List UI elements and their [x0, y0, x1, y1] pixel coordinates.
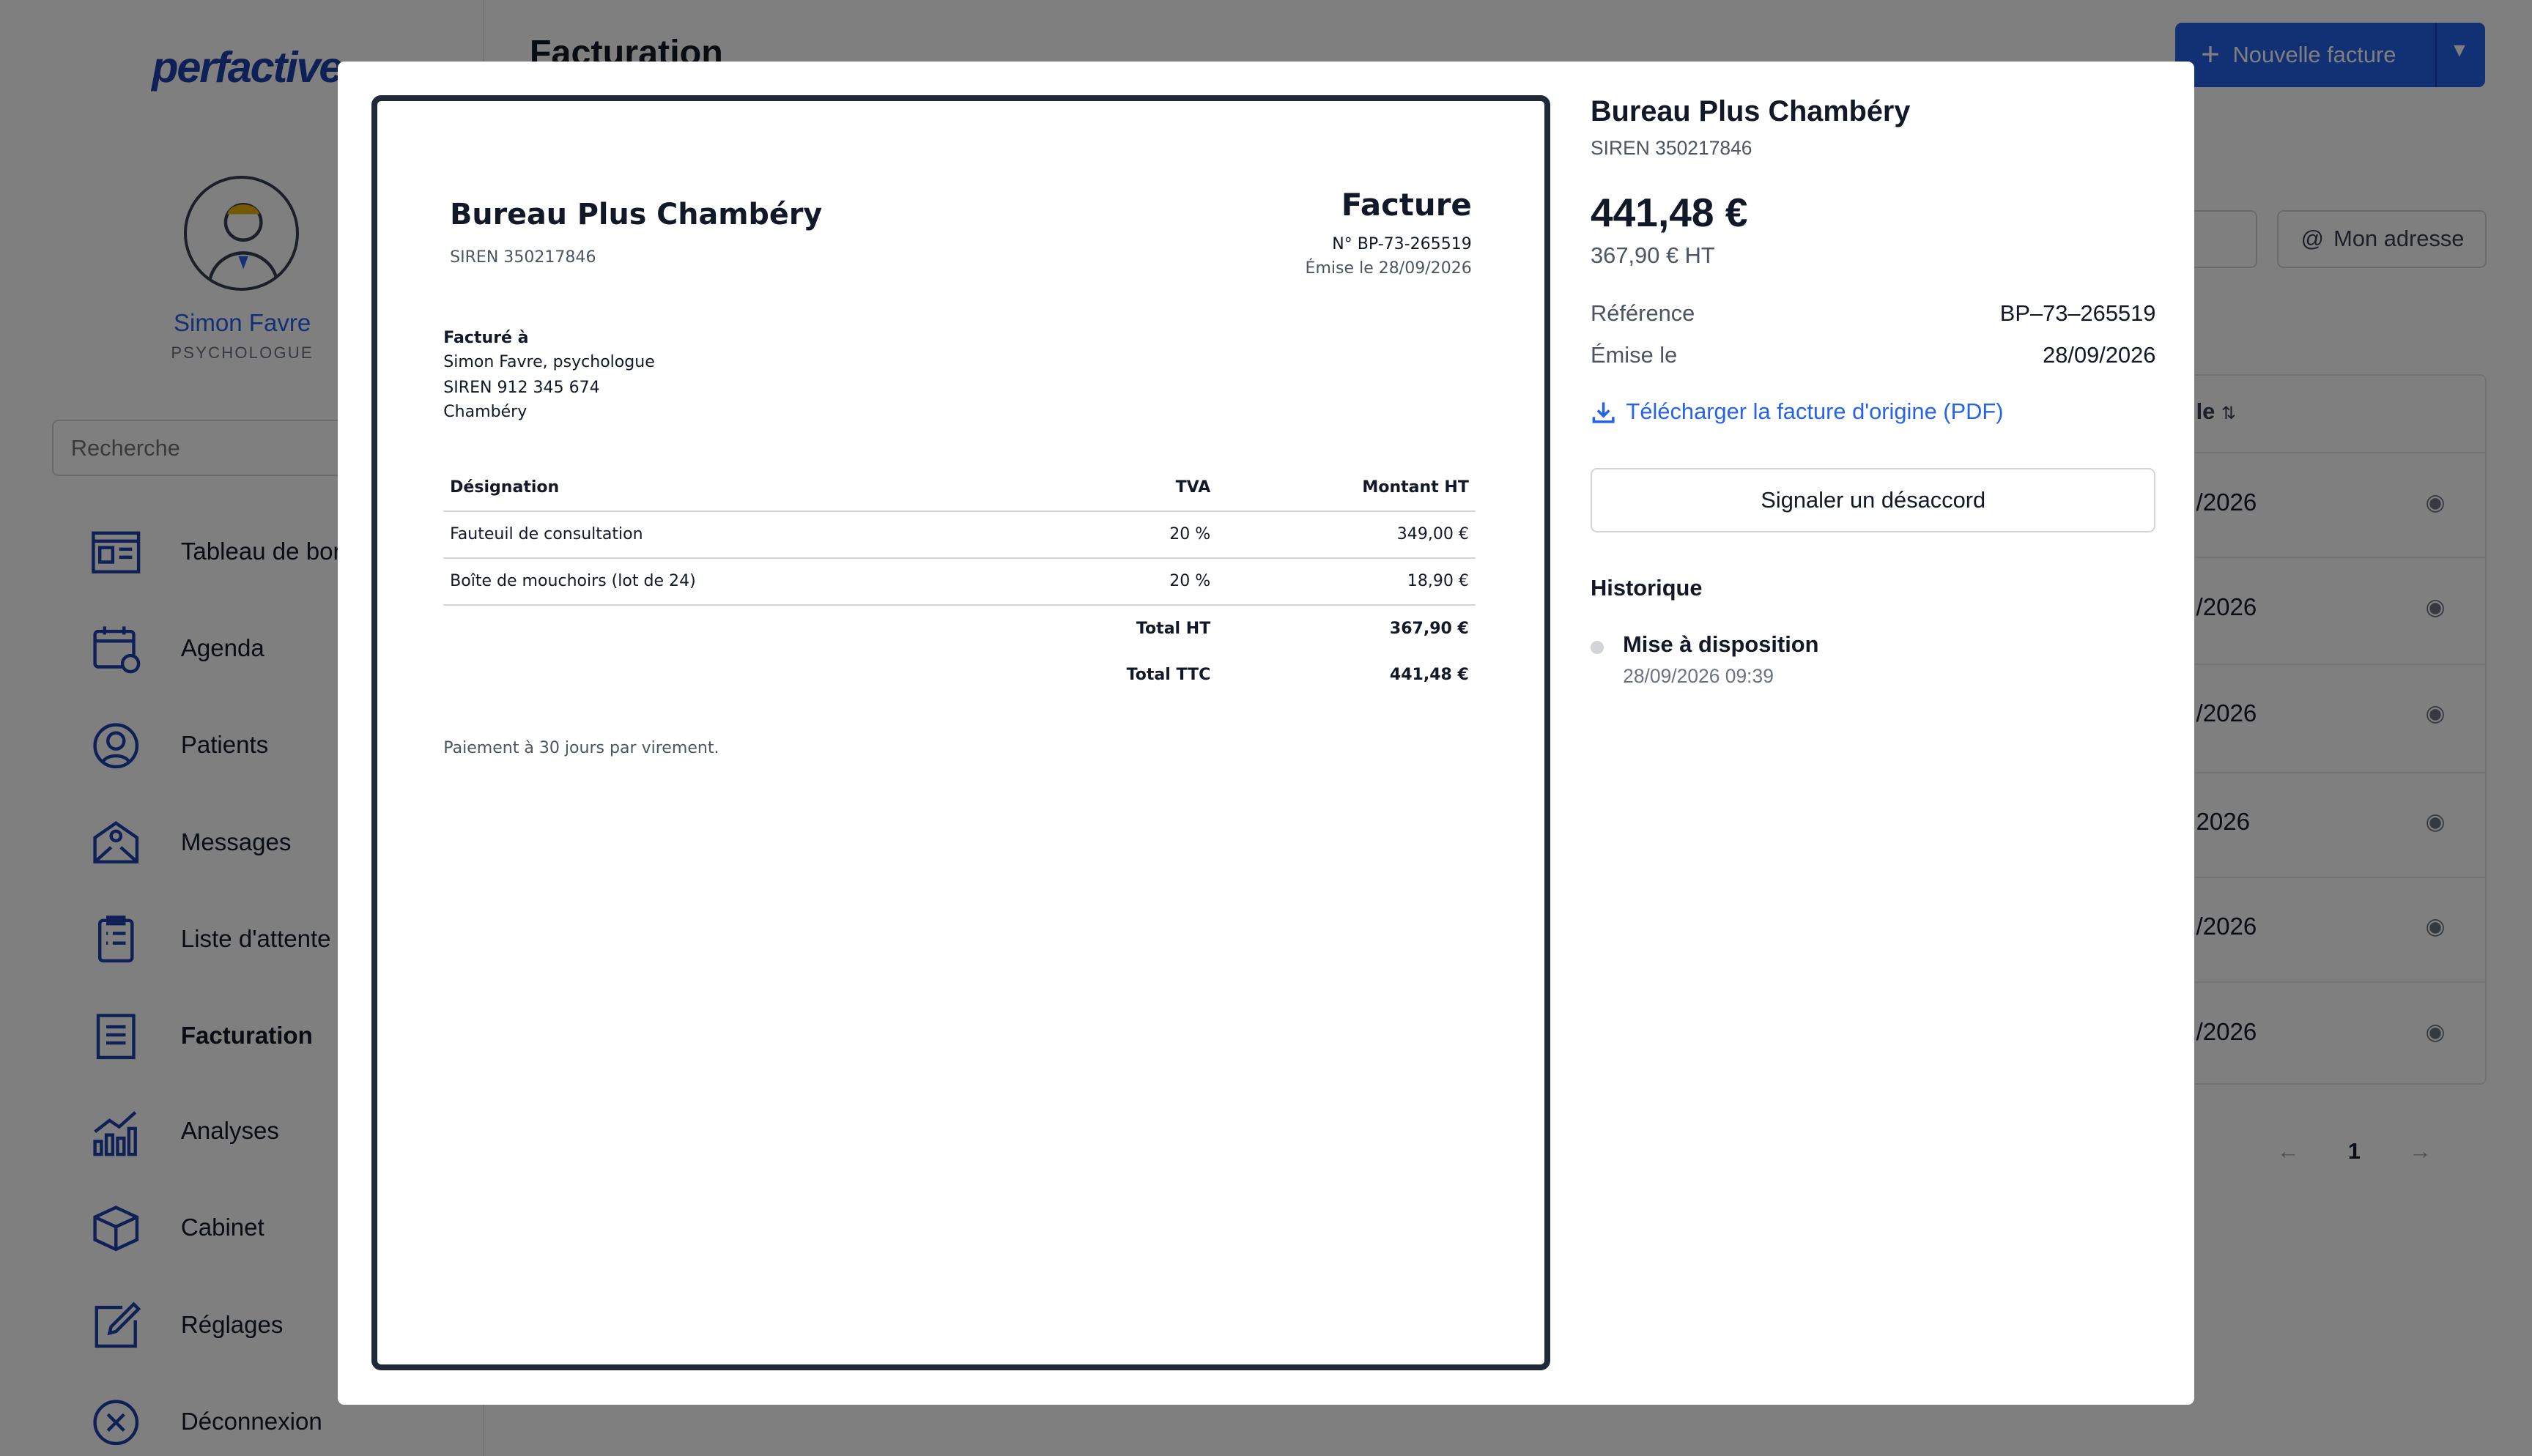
item-amount: 349,00 €: [1217, 510, 1476, 559]
reference-value: BP–73–265519: [1999, 300, 2156, 326]
doc-company-name: Bureau Plus Chambéry: [450, 198, 823, 232]
doc-issue-date: Émise le 28/09/2026: [1305, 259, 1472, 278]
billed-to-line: SIREN 912 345 674: [443, 379, 600, 398]
download-icon: [1592, 402, 1615, 423]
history-event: Mise à disposition: [1623, 631, 1819, 657]
history-dot: [1591, 641, 1604, 654]
supplier-siren: SIREN 350217846: [1591, 137, 1752, 160]
total-ht-row: Total HT 367,90 €: [443, 605, 1475, 652]
download-label: Télécharger la facture d'origine (PDF): [1626, 398, 2004, 425]
doc-title: Facture: [1341, 186, 1472, 223]
item-designation: Boîte de mouchoirs (lot de 24): [443, 557, 991, 606]
total-ht-value: 367,90 €: [1389, 619, 1469, 638]
amount-ttc: 441,48 €: [1591, 189, 1748, 235]
issued-label: Émise le: [1591, 342, 1678, 368]
doc-siren: SIREN 350217846: [450, 248, 596, 267]
col-amount: Montant HT: [1217, 464, 1476, 512]
billed-to-line: Chambéry: [443, 403, 528, 422]
total-ttc-value: 441,48 €: [1389, 666, 1469, 685]
reference-label: Référence: [1591, 300, 1695, 326]
items-table: Désignation TVA Montant HT Fauteuil de con…: [443, 464, 1476, 699]
issued-value: 28/09/2026: [2043, 342, 2156, 368]
download-pdf-link[interactable]: Télécharger la facture d'origine (PDF): [1591, 398, 2004, 425]
item-row: Fauteuil de consultation 20 % 349,00 €: [443, 510, 1476, 559]
invoice-modal: Bureau Plus Chambéry SIREN 350217846 Fac…: [337, 61, 2195, 1405]
col-tva: TVA: [991, 464, 1218, 512]
item-row: Boîte de mouchoirs (lot de 24) 20 % 18,90 …: [443, 557, 1476, 606]
item-designation: Fauteuil de consultation: [443, 510, 991, 559]
report-disagreement-button[interactable]: Signaler un désaccord: [1591, 468, 2156, 533]
billed-to-line: Simon Favre, psychologue: [443, 352, 655, 371]
doc-number: N° BP-73-265519: [1332, 234, 1472, 253]
total-ht-label: Total HT: [1136, 619, 1211, 638]
item-tva: 20 %: [991, 510, 1218, 559]
col-designation: Désignation: [443, 464, 991, 512]
payment-note: Paiement à 30 jours par virement.: [443, 738, 719, 757]
amount-ht: 367,90 € HT: [1591, 242, 1715, 268]
total-ttc-label: Total TTC: [1126, 666, 1211, 685]
item-amount: 18,90 €: [1217, 557, 1476, 606]
item-tva: 20 %: [991, 557, 1218, 606]
history-time: 28/09/2026 09:39: [1623, 665, 1774, 688]
invoice-preview: Bureau Plus Chambéry SIREN 350217846 Fac…: [371, 95, 1550, 1371]
billed-to-label: Facturé à: [443, 328, 529, 347]
supplier-name: Bureau Plus Chambéry: [1591, 95, 1911, 128]
history-title: Historique: [1591, 574, 1703, 601]
total-ttc-row: Total TTC 441,48 €: [443, 652, 1475, 699]
